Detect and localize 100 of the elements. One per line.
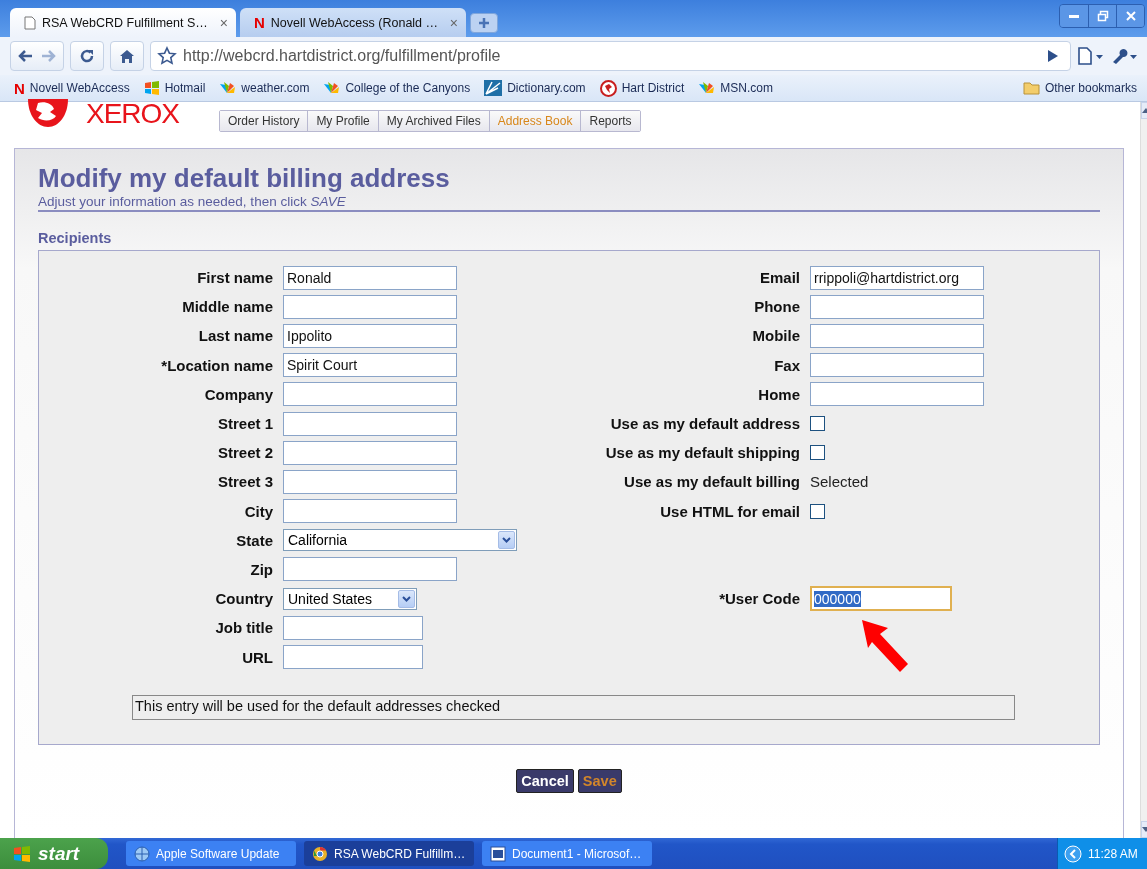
- field-label: *User Code: [718, 590, 800, 608]
- save-button[interactable]: Save: [577, 769, 622, 793]
- xerox-logo: XEROX: [86, 98, 180, 130]
- reload-icon: [79, 48, 95, 64]
- input-field[interactable]: [810, 323, 984, 348]
- clock: 11:28 AM: [1088, 846, 1138, 861]
- browser-tab[interactable]: RSA WebCRD Fulfillment S… ×: [10, 8, 236, 37]
- n-logo-icon: N: [254, 15, 265, 30]
- windows-flag-icon: [12, 844, 32, 863]
- emblem-icon: [26, 99, 70, 129]
- page-icon: [24, 15, 36, 30]
- input-field[interactable]: [283, 615, 423, 640]
- input-field[interactable]: [283, 382, 457, 407]
- dictionary-icon: [484, 80, 503, 96]
- field-label: Company: [203, 385, 273, 403]
- emblem-icon: [599, 79, 617, 97]
- tab-close-button[interactable]: ×: [449, 14, 458, 31]
- folder-icon: [1022, 81, 1040, 95]
- minimize-button[interactable]: [1060, 5, 1088, 27]
- restore-button[interactable]: [1088, 5, 1116, 27]
- bookmark-link[interactable]: Hart District: [599, 79, 685, 97]
- input-field[interactable]: [810, 382, 984, 407]
- field-label: Use as my default shipping: [604, 444, 800, 462]
- taskbar-item[interactable]: Document1 - Microsof…: [482, 841, 652, 866]
- field-label: URL: [241, 648, 273, 666]
- dropdown[interactable]: California: [283, 529, 517, 552]
- back-icon[interactable]: [17, 49, 33, 63]
- input-field[interactable]: rrippoli@hartdistrict.org: [810, 265, 984, 290]
- bookmark-link[interactable]: Dictionary.com: [484, 80, 586, 96]
- bookmark-folder[interactable]: Other bookmarks: [1022, 81, 1137, 95]
- butterfly-icon: [219, 81, 237, 95]
- globe-icon: [134, 845, 150, 862]
- input-field[interactable]: [283, 557, 457, 582]
- input-field[interactable]: [283, 645, 423, 670]
- field-label: Zip: [249, 560, 273, 578]
- taskbar-item[interactable]: RSA WebCRD Fulfillm…: [304, 841, 474, 866]
- input-field[interactable]: Ippolito: [283, 323, 457, 348]
- field-label: Fax: [773, 356, 800, 374]
- forward-icon[interactable]: [41, 49, 57, 63]
- browser-icon: [312, 845, 328, 862]
- field-label: First name: [196, 269, 273, 287]
- input-field[interactable]: [283, 469, 457, 494]
- input-field[interactable]: [283, 294, 457, 319]
- plus-icon: [478, 17, 490, 29]
- input-field[interactable]: [283, 411, 457, 436]
- star-icon[interactable]: [157, 46, 177, 66]
- input-field[interactable]: Ronald: [283, 265, 457, 290]
- input-field[interactable]: Spirit Court: [283, 353, 457, 378]
- nav-tab[interactable]: Order History: [220, 111, 308, 131]
- caret-icon: [498, 531, 515, 550]
- input-field[interactable]: [810, 294, 984, 319]
- field-label: *Location name: [160, 356, 273, 374]
- butterfly-icon: [698, 81, 716, 95]
- wrench-icon[interactable]: [1111, 47, 1137, 65]
- input-field[interactable]: [283, 440, 457, 465]
- input-field[interactable]: [283, 499, 457, 524]
- nav-tab[interactable]: My Profile: [307, 111, 378, 131]
- n-logo-icon: N: [14, 80, 25, 96]
- taskbar-item[interactable]: Apple Software Update: [126, 841, 296, 866]
- start-button[interactable]: start: [0, 838, 108, 869]
- home-button[interactable]: [110, 41, 144, 71]
- field-label: Last name: [197, 327, 273, 345]
- tab-close-button[interactable]: ×: [219, 14, 228, 31]
- chevron-icon[interactable]: [1064, 844, 1082, 863]
- reload-button[interactable]: [70, 41, 104, 71]
- windows-flag-icon: [143, 81, 160, 95]
- document-icon: [490, 845, 506, 862]
- bookmark-link[interactable]: College of the Canyons: [323, 81, 471, 95]
- nav-tab[interactable]: Reports: [580, 111, 640, 131]
- bookmark-link[interactable]: Hotmail: [143, 81, 206, 95]
- cancel-button[interactable]: Cancel: [516, 769, 574, 793]
- page-title: Modify my default billing address: [38, 163, 451, 194]
- close-button[interactable]: [1116, 5, 1144, 27]
- field-label: Use as my default address: [609, 415, 800, 433]
- bookmark-link[interactable]: weather.com: [219, 81, 310, 95]
- page-menu-icon[interactable]: [1077, 47, 1105, 65]
- checkbox[interactable]: [810, 416, 825, 432]
- home-icon: [119, 48, 135, 64]
- nav-tab[interactable]: My Archived Files: [377, 111, 489, 131]
- browser-tab[interactable]: N Novell WebAccess (Ronald … ×: [240, 8, 466, 37]
- input-field[interactable]: 000000: [810, 586, 952, 612]
- field-label: Use HTML for email: [659, 502, 800, 520]
- info-note: This entry will be used for the default addresses checked: [132, 694, 1015, 720]
- field-label: Street 3: [216, 473, 273, 491]
- play-icon[interactable]: [1047, 49, 1059, 63]
- new-tab-button[interactable]: [470, 13, 498, 33]
- section-title: Recipients: [38, 230, 113, 246]
- field-label: Phone: [753, 298, 800, 316]
- input-field[interactable]: [810, 353, 984, 378]
- field-label: Middle name: [181, 298, 273, 316]
- field-value: Selected: [810, 473, 869, 491]
- minimize-icon: [1069, 14, 1079, 18]
- dropdown[interactable]: United States: [283, 587, 417, 610]
- bookmark-link[interactable]: N Novell WebAccess: [14, 80, 130, 96]
- restore-icon: [1096, 10, 1109, 22]
- checkbox[interactable]: [810, 503, 825, 519]
- checkbox[interactable]: [810, 445, 825, 461]
- bookmark-link[interactable]: MSN.com: [698, 81, 773, 95]
- butterfly-icon: [323, 81, 341, 95]
- field-label: City: [243, 502, 273, 520]
